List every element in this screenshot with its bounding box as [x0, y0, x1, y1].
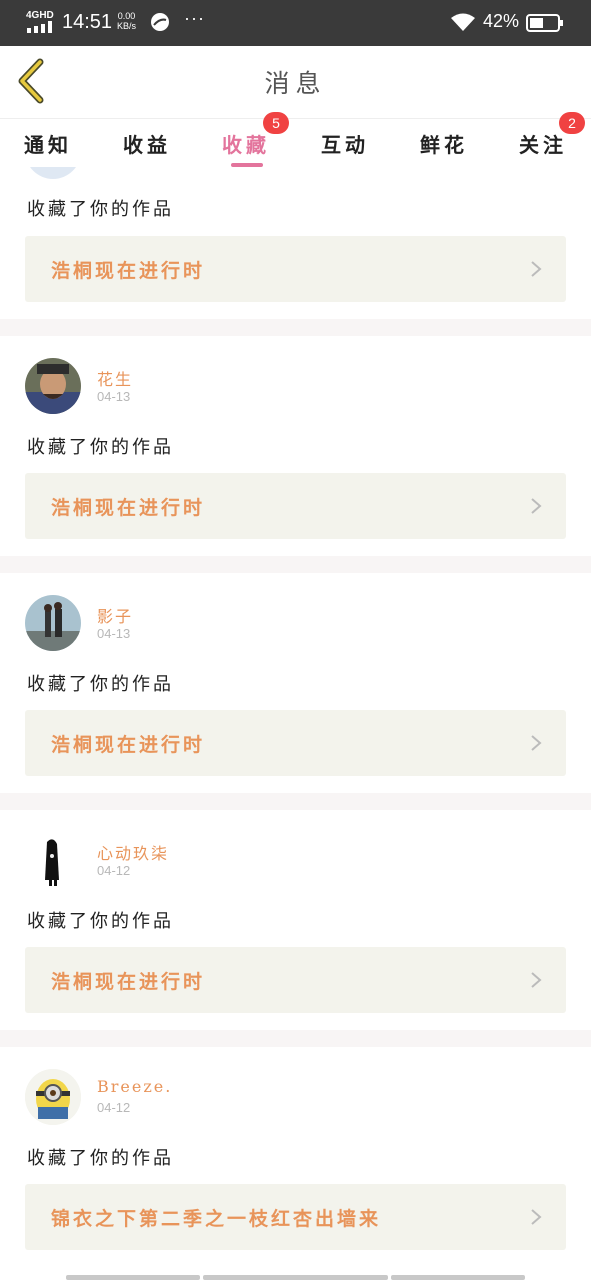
message-date: 04-13 [97, 389, 131, 404]
user-name[interactable]: 心动玖柒 [97, 840, 169, 864]
more-notifications: ··· [184, 8, 205, 28]
divider [0, 793, 591, 810]
action-text: 收藏了你的作品 [27, 437, 174, 458]
net-speed-unit: KB/s [117, 21, 137, 31]
message-feed[interactable]: 收藏了你的作品 浩桐现在进行时 花生 04-13 收藏了你的作品 浩桐现在进行时 [0, 167, 591, 1280]
chevron-right-icon [531, 1209, 542, 1225]
scroll-indicator [66, 1275, 200, 1280]
message-card: 收藏了你的作品 浩桐现在进行时 [0, 167, 591, 319]
chevron-right-icon [531, 735, 542, 751]
tab-favorites[interactable]: 收藏 5 [206, 112, 289, 167]
tab-label: 互动 [321, 133, 369, 157]
message-card: 心动玖柒 04-12 收藏了你的作品 浩桐现在进行时 [0, 810, 591, 1028]
avatar[interactable] [25, 595, 81, 651]
tab-bar: 通知 收益 收藏 5 互动 鲜花 关注 2 [0, 112, 591, 167]
wifi-icon [451, 13, 475, 31]
unread-badge: 5 [263, 112, 289, 134]
avatar[interactable] [25, 167, 81, 179]
top-bar: 消息 [0, 46, 591, 119]
signal-icon [27, 21, 52, 33]
page-title: 消息 [264, 69, 327, 98]
work-link[interactable]: 浩桐现在进行时 [25, 473, 566, 539]
battery-icon [526, 14, 563, 32]
tab-notifications[interactable]: 通知 [8, 125, 88, 165]
network-type: 4GHD [26, 10, 54, 21]
action-text: 收藏了你的作品 [27, 199, 174, 220]
work-title: 浩桐现在进行时 [51, 971, 206, 993]
work-link[interactable]: 浩桐现在进行时 [25, 236, 566, 302]
chevron-right-icon [531, 261, 542, 277]
avatar-image [25, 1069, 81, 1125]
tab-label: 收益 [123, 133, 171, 157]
user-name[interactable]: 影子 [97, 603, 133, 627]
avatar[interactable] [25, 1069, 81, 1125]
avatar[interactable] [25, 832, 81, 888]
work-link[interactable]: 浩桐现在进行时 [25, 947, 566, 1013]
scroll-indicator [391, 1275, 525, 1280]
avatar-image [25, 595, 81, 651]
avatar-image [25, 358, 81, 414]
work-link[interactable]: 浩桐现在进行时 [25, 710, 566, 776]
action-text: 收藏了你的作品 [27, 674, 174, 695]
user-name[interactable]: Breeze. [97, 1077, 172, 1096]
net-speed: 0.00 KB/s [117, 11, 136, 31]
status-bar: 4GHD 14:51 0.00 KB/s ··· 42% [0, 0, 591, 46]
tab-label: 鲜花 [420, 133, 468, 157]
message-date: 04-13 [97, 626, 131, 641]
net-speed-value: 0.00 [117, 11, 136, 21]
message-card: 花生 04-13 收藏了你的作品 浩桐现在进行时 [0, 336, 591, 554]
scroll-indicator [203, 1275, 388, 1280]
message-card: Breeze. 04-12 收藏了你的作品 锦衣之下第二季之一枝红杏出墙来 [0, 1047, 591, 1280]
action-text: 收藏了你的作品 [27, 911, 174, 932]
clock: 14:51 [62, 11, 113, 33]
divider [0, 556, 591, 573]
work-title: 浩桐现在进行时 [51, 497, 206, 519]
chevron-right-icon [531, 498, 542, 514]
divider [0, 319, 591, 336]
avatar[interactable] [25, 358, 81, 414]
tab-label: 通知 [24, 133, 72, 157]
chevron-right-icon [531, 972, 542, 988]
work-title: 锦衣之下第二季之一枝红杏出墙来 [51, 1208, 382, 1230]
tab-earnings[interactable]: 收益 [107, 125, 187, 165]
tab-interactions[interactable]: 互动 [305, 125, 385, 165]
tab-following[interactable]: 关注 2 [503, 112, 585, 165]
work-link[interactable]: 锦衣之下第二季之一枝红杏出墙来 [25, 1184, 566, 1250]
tab-flowers[interactable]: 鲜花 [404, 125, 484, 165]
avatar-image [25, 832, 81, 888]
message-date: 04-12 [97, 863, 131, 878]
user-name[interactable]: 花生 [97, 366, 133, 390]
message-date: 04-12 [97, 1100, 131, 1115]
app-notification-icon [151, 13, 169, 31]
action-text: 收藏了你的作品 [27, 1148, 174, 1169]
battery-percent: 42% [483, 11, 520, 31]
work-title: 浩桐现在进行时 [51, 260, 206, 282]
unread-badge: 2 [559, 112, 585, 134]
divider [0, 1030, 591, 1047]
message-card: 影子 04-13 收藏了你的作品 浩桐现在进行时 [0, 573, 591, 791]
work-title: 浩桐现在进行时 [51, 734, 206, 756]
